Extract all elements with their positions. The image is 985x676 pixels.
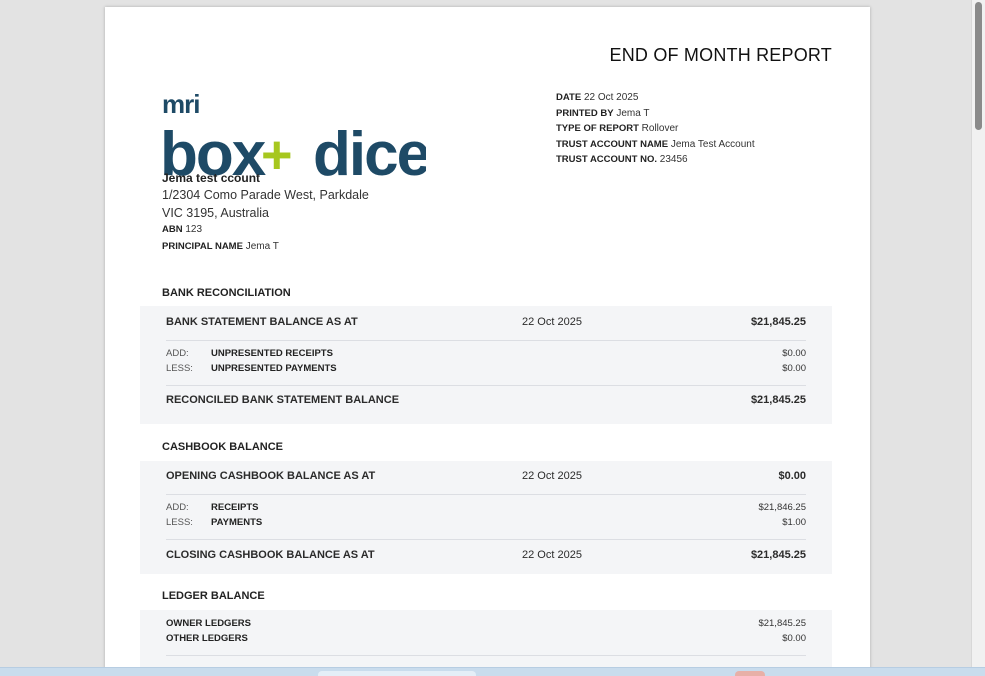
company-address-line2: VIC 3195, Australia bbox=[162, 206, 270, 220]
reconciled-balance-label: RECONCILED BANK STATEMENT BALANCE bbox=[166, 394, 400, 406]
meta-report-type: TYPE OF REPORT Rollover bbox=[556, 123, 679, 135]
ledger-balance-title: LEDGER BALANCE bbox=[162, 590, 265, 602]
other-ledgers-row: OTHER LEDGERS $0.00 bbox=[166, 632, 806, 644]
vertical-scrollbar[interactable] bbox=[971, 0, 985, 676]
bank-reconciliation-title: BANK RECONCILIATION bbox=[162, 287, 291, 299]
divider bbox=[166, 494, 806, 495]
taskbar-button[interactable] bbox=[318, 671, 476, 676]
company-principal: PRINCIPAL NAME Jema T bbox=[162, 240, 279, 252]
brand-logo: mri box + dice bbox=[162, 91, 426, 177]
logo-dice-text: dice bbox=[313, 120, 426, 177]
report-page: END OF MONTH REPORT mri box + dice DATE … bbox=[105, 7, 870, 676]
report-title: END OF MONTH REPORT bbox=[609, 45, 832, 65]
closing-cashbook-amount: $21,845.25 bbox=[750, 549, 806, 561]
cashbook-balance-title: CASHBOOK BALANCE bbox=[162, 441, 283, 453]
opening-cashbook-label: OPENING CASHBOOK BALANCE AS AT bbox=[166, 470, 376, 482]
closing-cashbook-label: CLOSING CASHBOOK BALANCE AS AT bbox=[166, 549, 375, 561]
unpresented-adjustments: ADD: UNPRESENTED RECEIPTS $0.00 LESS: UNPRE… bbox=[166, 347, 806, 376]
divider bbox=[166, 655, 806, 656]
taskbar bbox=[0, 667, 985, 676]
divider bbox=[166, 385, 806, 386]
cashbook-adjustments: ADD: RECEIPTS $21,846.25 LESS: PAYMENTS $1.0… bbox=[166, 501, 806, 530]
company-abn: ABN 123 bbox=[162, 224, 203, 235]
ledger-rows: OWNER LEDGERS $21,845.25 OTHER LEDGERS $0.… bbox=[166, 617, 806, 646]
meta-trust-account-no: TRUST ACCOUNT NO. 23456 bbox=[556, 154, 688, 166]
payments-row: LESS: PAYMENTS $1.00 bbox=[166, 516, 806, 528]
bank-reconciliation-box: BANK STATEMENT BALANCE AS AT 22 Oct 2025… bbox=[140, 306, 832, 424]
logo-mri-text: mri bbox=[162, 91, 199, 119]
meta-trust-account-name: TRUST ACCOUNT NAME Jema Test Account bbox=[556, 138, 755, 150]
reconciled-balance-amount: $21,845.25 bbox=[750, 394, 806, 406]
receipts-row: ADD: RECEIPTS $21,846.25 bbox=[166, 502, 806, 513]
meta-date: DATE 22 Oct 2025 bbox=[556, 92, 639, 103]
company-name: Jema test ccount bbox=[162, 171, 261, 185]
bank-statement-date: 22 Oct 2025 bbox=[522, 316, 582, 328]
bank-statement-label: BANK STATEMENT BALANCE AS AT bbox=[166, 316, 358, 328]
bank-statement-amount: $21,845.25 bbox=[750, 316, 806, 328]
meta-printed-by: PRINTED BY Jema T bbox=[556, 107, 650, 119]
scrollbar-thumb[interactable] bbox=[975, 2, 982, 130]
unpresented-receipts-row: ADD: UNPRESENTED RECEIPTS $0.00 bbox=[166, 348, 806, 359]
logo-box-text: box bbox=[162, 120, 267, 177]
taskbar-app-icon[interactable] bbox=[735, 671, 765, 676]
opening-cashbook-date: 22 Oct 2025 bbox=[522, 470, 582, 482]
divider bbox=[166, 340, 806, 341]
owner-ledgers-row: OWNER LEDGERS $21,845.25 bbox=[166, 618, 806, 629]
closing-cashbook-date: 22 Oct 2025 bbox=[522, 549, 582, 561]
unpresented-payments-row: LESS: UNPRESENTED PAYMENTS $0.00 bbox=[166, 362, 806, 374]
divider bbox=[166, 539, 806, 540]
company-details: Jema test ccount 1/2304 Como Parade West… bbox=[162, 170, 369, 255]
company-address-line1: 1/2304 Como Parade West, Parkdale bbox=[162, 188, 369, 202]
cashbook-balance-box: OPENING CASHBOOK BALANCE AS AT 22 Oct 20… bbox=[140, 461, 832, 574]
opening-cashbook-amount: $0.00 bbox=[778, 470, 806, 482]
report-meta: DATE 22 Oct 2025 PRINTED BY Jema T TYPE … bbox=[556, 90, 755, 168]
